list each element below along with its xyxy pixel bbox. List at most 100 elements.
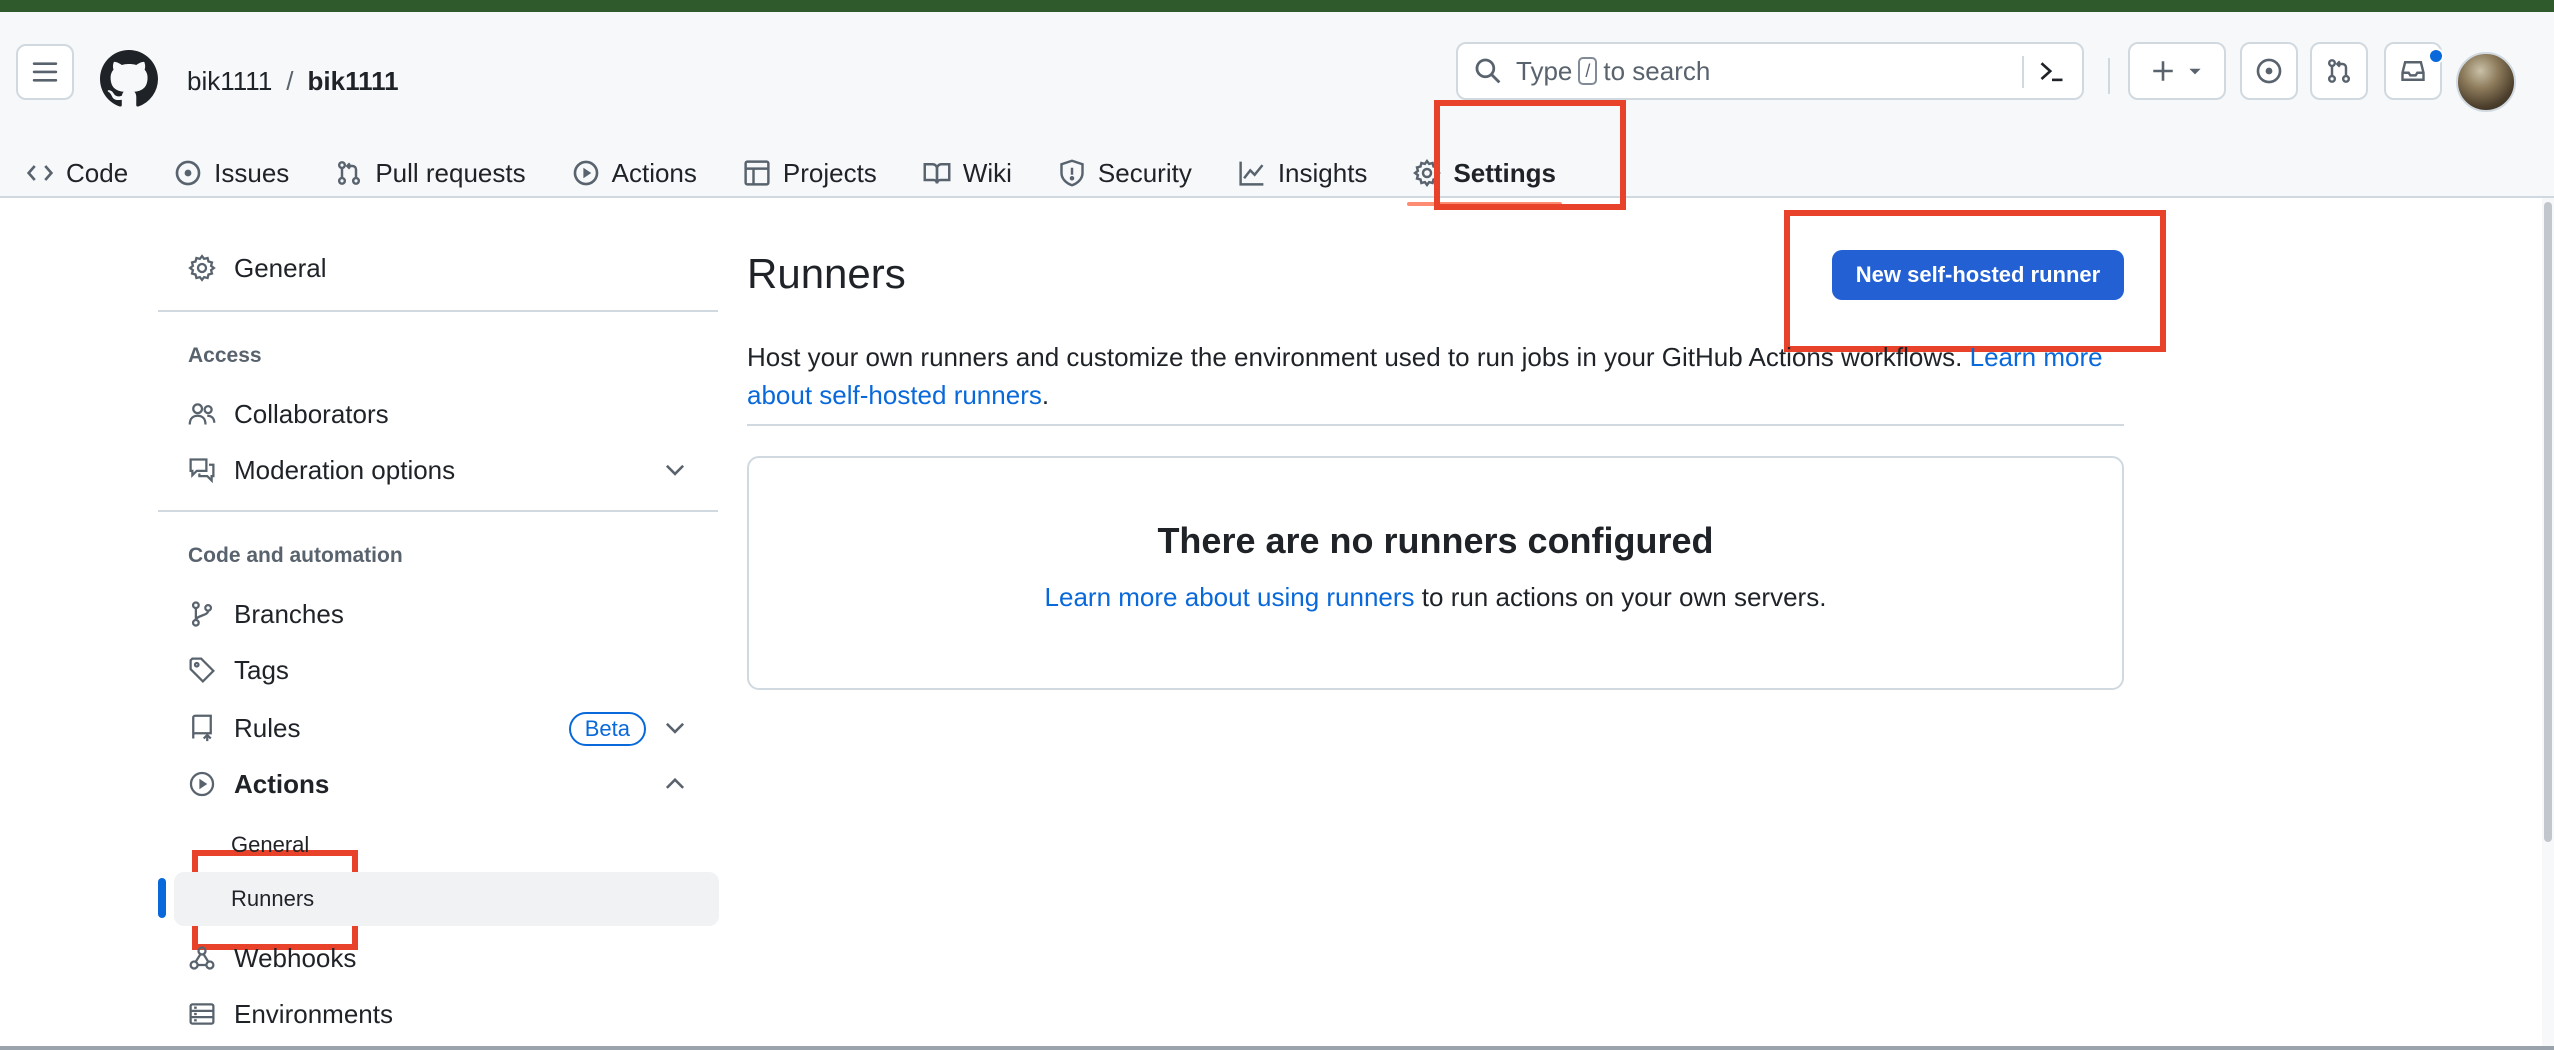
scrollbar[interactable] [2542, 198, 2554, 1050]
chevron-down-icon[interactable] [662, 456, 688, 482]
graph-icon [1239, 161, 1264, 186]
webhook-icon-wrap [186, 942, 218, 974]
sidebar-item-label: Collaborators [234, 398, 389, 429]
git-pull-request-icon [338, 161, 361, 185]
git-branch-icon-wrap [186, 598, 218, 630]
tab-projects[interactable]: Projects [717, 142, 897, 204]
git-pull-request-icon [2327, 59, 2351, 83]
table-icon [744, 160, 770, 186]
tab-actions[interactable]: Actions [546, 142, 717, 204]
tag-icon-wrap [186, 654, 218, 686]
sidebar-item-label: Tags [234, 654, 289, 685]
search-icon [1475, 58, 1501, 84]
sidebar-divider [158, 510, 718, 512]
repo-push-icon-wrap [186, 712, 218, 744]
gear-icon [188, 254, 216, 282]
sidebar-item-label: Webhooks [234, 942, 357, 973]
learn-more-runners-link[interactable]: Learn more about using runners [1045, 582, 1415, 612]
play-icon [573, 160, 598, 186]
sidebar-item-actions[interactable]: Actions [158, 758, 718, 810]
chevron-up-icon[interactable] [662, 770, 688, 796]
create-new-button[interactable] [2128, 42, 2226, 100]
tab-settings-label: Settings [1453, 157, 1557, 188]
triangle-down-icon [2189, 68, 2201, 75]
tab-pull-requests-label: Pull requests [375, 157, 526, 188]
tab-insights-label: Insights [1277, 157, 1368, 188]
tab-security[interactable]: Security [1032, 142, 1212, 204]
tab-wiki[interactable]: Wiki [897, 142, 1032, 204]
chevron-down-icon[interactable] [662, 714, 688, 740]
active-indicator [158, 878, 166, 918]
sidebar-item-general[interactable]: General [158, 242, 327, 294]
gear-icon-wrap [186, 252, 218, 284]
description-end: . [1041, 380, 1050, 410]
sidebar-item-webhooks[interactable]: Webhooks [158, 932, 356, 984]
sidebar-item-environments[interactable]: Environments [158, 988, 393, 1040]
play-icon-wrap [186, 768, 218, 800]
hamburger-icon [32, 62, 58, 82]
browser-top-strip [0, 0, 2554, 12]
empty-state: There are no runners configured Learn mo… [747, 456, 2124, 690]
pull-requests-button[interactable] [2310, 42, 2368, 100]
sidebar-item-label: Actions [234, 768, 330, 799]
description-text: Host your own runners and customize the … [747, 342, 1963, 372]
search-divider [2022, 56, 2024, 88]
new-self-hosted-runner-button[interactable]: New self-hosted runner [1832, 250, 2124, 300]
sidebar-item-label: Rules [234, 712, 301, 743]
search-placeholder-prefix: Type [1516, 55, 1573, 86]
page: bik1111 / bik1111 Type / to search Code … [0, 0, 2554, 1050]
tab-wiki-label: Wiki [962, 157, 1012, 188]
tab-settings[interactable]: Settings [1387, 142, 1576, 206]
issue-opened-icon [2256, 58, 2282, 84]
tab-security-label: Security [1097, 157, 1192, 188]
issue-opened-icon [175, 160, 201, 186]
notification-dot [2428, 48, 2444, 64]
search-placeholder-suffix: to search [1603, 55, 1711, 86]
scrollbar-thumb[interactable] [2544, 202, 2552, 842]
command-palette-icon[interactable] [2038, 58, 2066, 86]
breadcrumb-separator: / [286, 66, 294, 96]
comment-discussion-icon-wrap [186, 454, 218, 486]
avatar[interactable] [2456, 52, 2516, 112]
sidebar-item-branches[interactable]: Branches [158, 588, 344, 640]
menu-button[interactable] [16, 44, 74, 100]
plus-icon [2153, 61, 2173, 81]
page-title: Runners [747, 250, 906, 297]
tab-issues[interactable]: Issues [148, 142, 309, 204]
github-logo-icon[interactable] [100, 50, 158, 108]
inbox-icon [2401, 61, 2425, 81]
breadcrumb: bik1111 / bik1111 [187, 66, 399, 97]
global-header: bik1111 / bik1111 Type / to search Code … [0, 12, 2554, 206]
repo-link[interactable]: bik1111 [308, 66, 399, 97]
tab-pull-requests[interactable]: Pull requests [309, 142, 545, 204]
gear-icon [1413, 159, 1442, 187]
sidebar-heading-code-automation: Code and automation [188, 544, 403, 567]
sidebar-item-rules[interactable]: Rules Beta [158, 702, 718, 754]
tab-code-label: Code [66, 157, 129, 188]
sidebar-item-moderation[interactable]: Moderation options [158, 444, 718, 496]
header-divider [2108, 58, 2110, 94]
comment-discussion-icon [189, 458, 215, 484]
tab-projects-label: Projects [782, 157, 877, 188]
beta-badge: Beta [568, 712, 646, 746]
sidebar-subitem-label: Runners [231, 886, 315, 911]
issues-button[interactable] [2240, 42, 2298, 100]
owner-link[interactable]: bik1111 [187, 66, 272, 97]
sidebar-divider [158, 310, 718, 312]
sidebar-subitem-actions-general[interactable]: General [158, 818, 309, 872]
empty-state-text: Learn more about using runners to run ac… [749, 582, 2122, 613]
tab-actions-label: Actions [611, 157, 697, 188]
runners-description: Host your own runners and customize the … [747, 338, 2127, 414]
empty-state-title: There are no runners configured [1157, 520, 1714, 561]
sidebar-item-collaborators[interactable]: Collaborators [158, 388, 389, 440]
sidebar-subitem-runners[interactable]: Runners [174, 872, 719, 926]
server-icon-wrap [186, 998, 218, 1030]
sidebar-item-tags[interactable]: Tags [158, 644, 289, 696]
shield-icon [1060, 159, 1084, 187]
tab-code[interactable]: Code [0, 142, 148, 204]
tab-insights[interactable]: Insights [1212, 142, 1388, 204]
search-input[interactable]: Type / to search [1456, 42, 2084, 100]
window-bottom-edge [0, 1046, 2554, 1050]
webhook-icon [189, 946, 215, 970]
sidebar-item-label: Environments [234, 998, 393, 1029]
